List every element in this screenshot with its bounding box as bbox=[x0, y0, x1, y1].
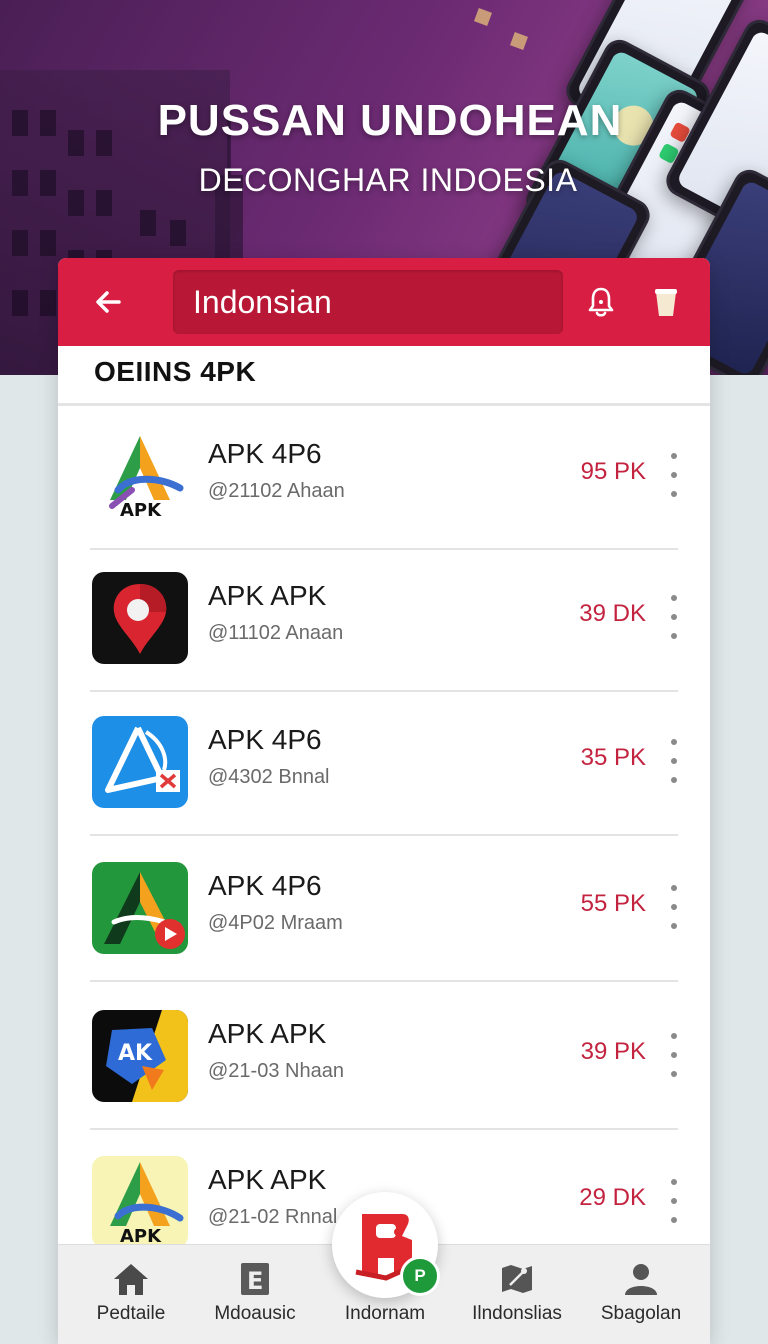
app-meta: @11102 Anaan bbox=[208, 622, 344, 644]
nav-item-profile[interactable]: Sbagolan bbox=[576, 1245, 706, 1344]
app-size: 55 PK bbox=[580, 890, 646, 917]
svg-text:APK: APK bbox=[120, 500, 162, 521]
divider bbox=[90, 1128, 678, 1130]
e-doc-icon: E bbox=[235, 1259, 275, 1299]
section-title: OEIINS 4PK bbox=[94, 356, 257, 387]
search-input[interactable] bbox=[173, 270, 563, 334]
nav-label: Indornam bbox=[344, 1303, 426, 1324]
bell-icon bbox=[588, 287, 614, 317]
nav-item-ilndonslias[interactable]: Ilndonslias bbox=[452, 1245, 582, 1344]
app-meta: @21-02 Rnnal bbox=[208, 1206, 338, 1228]
more-options-button[interactable] bbox=[666, 1033, 682, 1077]
apk-logo-icon: APK bbox=[92, 430, 188, 522]
app-meta: @21-03 Nhaan bbox=[208, 1060, 344, 1082]
nav-item-mdoausic[interactable]: E Mdoausic bbox=[190, 1245, 320, 1344]
notification-button[interactable] bbox=[583, 284, 619, 320]
divider bbox=[90, 690, 678, 692]
app-meta: @4302 Bnnal bbox=[208, 766, 330, 788]
home-icon bbox=[111, 1259, 151, 1299]
more-options-button[interactable] bbox=[666, 885, 682, 929]
decor-cube bbox=[510, 32, 528, 50]
app-list-item[interactable]: APK APK @11102 Anaan 39 DK bbox=[58, 550, 710, 692]
more-options-button[interactable] bbox=[666, 595, 682, 639]
app-list-item[interactable]: AK APK APK @21-03 Nhaan 39 PK bbox=[58, 988, 710, 1130]
fab-badge: P bbox=[400, 1256, 440, 1296]
app-name: APK APK bbox=[208, 1018, 327, 1049]
nav-label: Pedtaile bbox=[96, 1303, 166, 1324]
apk-logo-icon bbox=[92, 716, 188, 808]
nav-item-home[interactable]: Pedtaile bbox=[66, 1245, 196, 1344]
app-list-item[interactable]: APK 4P6 @4302 Bnnal 35 PK bbox=[58, 694, 710, 836]
app-name: APK APK bbox=[208, 580, 327, 611]
app-size: 39 DK bbox=[579, 600, 646, 627]
more-options-button[interactable] bbox=[666, 739, 682, 783]
apk-logo-icon: APK bbox=[92, 1156, 188, 1248]
cup-button[interactable] bbox=[648, 284, 684, 320]
person-icon bbox=[621, 1259, 661, 1299]
app-name: APK APK bbox=[208, 1164, 327, 1195]
app-name: APK 4P6 bbox=[208, 724, 322, 755]
app-size: 39 PK bbox=[580, 1038, 646, 1065]
app-size: 29 DK bbox=[579, 1184, 646, 1211]
arrow-left-icon bbox=[96, 291, 121, 313]
search-box[interactable] bbox=[173, 270, 563, 334]
map-icon bbox=[497, 1259, 537, 1299]
app-card: OEIINS 4PK APK APK 4P6 @21102 Ahaan 95 P… bbox=[58, 258, 710, 1344]
top-bar bbox=[58, 258, 710, 346]
app-meta: @4P02 Mraam bbox=[208, 912, 343, 934]
back-button[interactable] bbox=[88, 282, 128, 322]
app-size: 35 PK bbox=[580, 744, 646, 771]
more-options-button[interactable] bbox=[666, 453, 682, 497]
more-options-button[interactable] bbox=[666, 1179, 682, 1223]
app-meta: @21102 Ahaan bbox=[208, 480, 345, 502]
app-store-button[interactable]: P bbox=[332, 1192, 440, 1298]
section-header: OEIINS 4PK bbox=[58, 346, 710, 406]
svg-text:E: E bbox=[247, 1267, 263, 1295]
hero-subtitle: DECONGHAR INDOESIA bbox=[198, 162, 578, 198]
nav-label: Sbagolan bbox=[600, 1303, 682, 1324]
decor-cube bbox=[474, 8, 492, 26]
app-name: APK 4P6 bbox=[208, 438, 322, 469]
map-pin-icon bbox=[92, 572, 188, 664]
apk-logo-icon bbox=[92, 862, 188, 954]
divider bbox=[90, 980, 678, 982]
app-list-item[interactable]: APK 4P6 @4P02 Mraam 55 PK bbox=[58, 840, 710, 982]
app-name: APK 4P6 bbox=[208, 870, 322, 901]
svg-text:AK: AK bbox=[118, 1041, 153, 1066]
divider bbox=[90, 834, 678, 836]
apk-logo-icon: AK bbox=[92, 1010, 188, 1102]
app-size: 95 PK bbox=[580, 458, 646, 485]
cup-icon bbox=[655, 289, 677, 316]
app-list-item[interactable]: APK APK 4P6 @21102 Ahaan 95 PK bbox=[58, 408, 710, 550]
hero-title: PUSSAN UNDOHEAN bbox=[157, 96, 623, 145]
nav-label: Mdoausic bbox=[214, 1303, 296, 1324]
nav-label: Ilndonslias bbox=[472, 1303, 562, 1324]
